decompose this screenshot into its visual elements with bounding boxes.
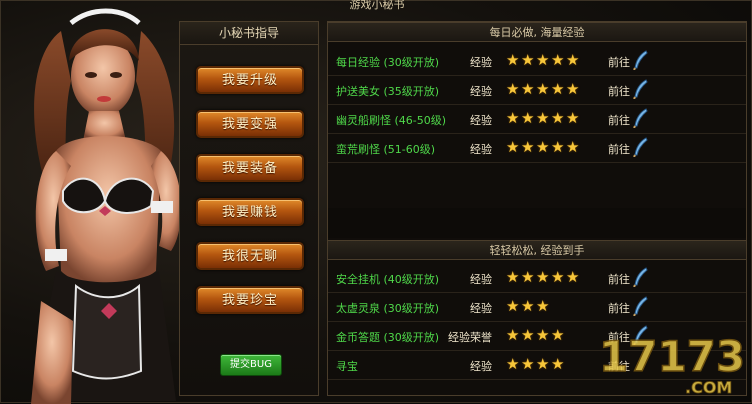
star-icon: ★ bbox=[521, 80, 535, 98]
task-reward: 经验 bbox=[470, 143, 492, 156]
star-icon: ★ bbox=[536, 326, 550, 344]
star-rating: ★ ★ ★ ★ ★ bbox=[506, 267, 581, 285]
submit-bug-button[interactable]: 提交BUG bbox=[220, 354, 282, 376]
quill-icon[interactable] bbox=[633, 79, 649, 99]
star-icon: ★ bbox=[551, 80, 565, 98]
task-reward: 经验 bbox=[470, 273, 492, 286]
star-icon: ★ bbox=[521, 109, 535, 127]
task-row: 太虚灵泉 (30级开放) 经验 ★ ★ ★ 前往 bbox=[328, 293, 746, 322]
task-name: 金币答题 (30级开放) bbox=[336, 331, 440, 344]
star-icon: ★ bbox=[551, 51, 565, 69]
goto-link[interactable]: 前往 bbox=[608, 54, 630, 70]
equipment-button[interactable]: 我要装备 bbox=[196, 154, 304, 182]
star-icon: ★ bbox=[506, 268, 520, 286]
goto-link[interactable]: 前往 bbox=[608, 112, 630, 128]
star-icon: ★ bbox=[551, 355, 565, 373]
task-row: 护送美女 (35级开放) 经验 ★ ★ ★ ★ ★ 前往 bbox=[328, 76, 746, 105]
star-icon: ★ bbox=[506, 355, 520, 373]
earn-money-button[interactable]: 我要赚钱 bbox=[196, 198, 304, 226]
task-reward: 经验 bbox=[470, 302, 492, 315]
task-row: 安全挂机 (40级开放) 经验 ★ ★ ★ ★ ★ 前往 bbox=[328, 264, 746, 293]
star-rating: ★ ★ ★ ★ ★ bbox=[506, 108, 581, 126]
star-rating: ★ ★ ★ ★ ★ bbox=[506, 79, 581, 97]
task-name: 每日经验 (30级开放) bbox=[336, 56, 440, 69]
star-icon: ★ bbox=[566, 109, 580, 127]
task-reward: 经验 bbox=[470, 360, 492, 373]
star-icon: ★ bbox=[506, 51, 520, 69]
watermark-domain: .COM bbox=[685, 378, 732, 397]
secretary-window: 游戏小秘书 小秘书指导 我要升级 我要变强 我要装备 我要赚钱 我很无聊 我要珍… bbox=[0, 0, 752, 404]
star-icon: ★ bbox=[536, 268, 550, 286]
level-up-button[interactable]: 我要升级 bbox=[196, 66, 304, 94]
star-rating: ★ ★ ★ bbox=[506, 296, 551, 314]
star-icon: ★ bbox=[521, 355, 535, 373]
star-icon: ★ bbox=[551, 268, 565, 286]
star-icon: ★ bbox=[506, 80, 520, 98]
star-rating: ★ ★ ★ ★ ★ bbox=[506, 50, 581, 68]
star-icon: ★ bbox=[521, 326, 535, 344]
task-reward: 经验荣誉 bbox=[448, 331, 492, 344]
task-reward: 经验 bbox=[470, 56, 492, 69]
star-icon: ★ bbox=[521, 138, 535, 156]
task-row: 幽灵船刷怪 (46-50级) 经验 ★ ★ ★ ★ ★ 前往 bbox=[328, 105, 746, 134]
task-name: 幽灵船刷怪 (46-50级) bbox=[336, 114, 447, 127]
star-icon: ★ bbox=[551, 109, 565, 127]
daily-section-header: 每日必做, 海量经验 bbox=[328, 22, 746, 42]
star-icon: ★ bbox=[521, 297, 535, 315]
task-row: 蛮荒刷怪 (51-60级) 经验 ★ ★ ★ ★ ★ 前往 bbox=[328, 134, 746, 163]
star-icon: ★ bbox=[506, 138, 520, 156]
goto-link[interactable]: 前往 bbox=[608, 141, 630, 157]
quill-icon[interactable] bbox=[633, 296, 649, 316]
quill-icon[interactable] bbox=[633, 108, 649, 128]
star-icon: ★ bbox=[521, 268, 535, 286]
treasure-button[interactable]: 我要珍宝 bbox=[196, 286, 304, 314]
star-icon: ★ bbox=[536, 297, 550, 315]
star-icon: ★ bbox=[566, 138, 580, 156]
star-icon: ★ bbox=[536, 138, 550, 156]
get-stronger-button[interactable]: 我要变强 bbox=[196, 110, 304, 138]
star-rating: ★ ★ ★ ★ bbox=[506, 354, 566, 372]
star-icon: ★ bbox=[551, 326, 565, 344]
task-name: 蛮荒刷怪 (51-60级) bbox=[336, 143, 436, 156]
guide-panel-title: 小秘书指导 bbox=[180, 22, 318, 45]
site-watermark-logo: 17173 .COM bbox=[598, 331, 746, 397]
star-icon: ★ bbox=[506, 297, 520, 315]
star-icon: ★ bbox=[566, 80, 580, 98]
star-icon: ★ bbox=[551, 138, 565, 156]
goto-link[interactable]: 前往 bbox=[608, 83, 630, 99]
quill-icon[interactable] bbox=[633, 267, 649, 287]
bored-button[interactable]: 我很无聊 bbox=[196, 242, 304, 270]
quill-icon[interactable] bbox=[633, 50, 649, 70]
task-name: 安全挂机 (40级开放) bbox=[336, 273, 440, 286]
goto-link[interactable]: 前往 bbox=[608, 271, 630, 287]
star-icon: ★ bbox=[566, 268, 580, 286]
star-icon: ★ bbox=[506, 109, 520, 127]
star-icon: ★ bbox=[566, 51, 580, 69]
goto-link[interactable]: 前往 bbox=[608, 300, 630, 316]
star-icon: ★ bbox=[536, 51, 550, 69]
star-icon: ★ bbox=[536, 355, 550, 373]
star-icon: ★ bbox=[536, 80, 550, 98]
task-name: 护送美女 (35级开放) bbox=[336, 85, 440, 98]
maid-character-illustration bbox=[31, 8, 182, 404]
star-rating: ★ ★ ★ ★ ★ bbox=[506, 137, 581, 155]
quill-icon[interactable] bbox=[633, 137, 649, 157]
section-divider bbox=[328, 208, 746, 238]
window-title: 游戏小秘书 bbox=[349, 0, 405, 11]
task-reward: 经验 bbox=[470, 85, 492, 98]
star-icon: ★ bbox=[536, 109, 550, 127]
task-name: 寻宝 bbox=[336, 360, 358, 373]
guide-panel: 小秘书指导 我要升级 我要变强 我要装备 我要赚钱 我很无聊 我要珍宝 提交BU… bbox=[179, 21, 319, 396]
relaxed-section-header: 轻轻松松, 经验到手 bbox=[328, 240, 746, 260]
task-reward: 经验 bbox=[470, 114, 492, 127]
star-icon: ★ bbox=[521, 51, 535, 69]
star-icon: ★ bbox=[506, 326, 520, 344]
task-name: 太虚灵泉 (30级开放) bbox=[336, 302, 440, 315]
watermark-text: 17173 bbox=[599, 332, 745, 381]
task-row: 每日经验 (30级开放) 经验 ★ ★ ★ ★ ★ 前往 bbox=[328, 47, 746, 76]
star-rating: ★ ★ ★ ★ bbox=[506, 325, 566, 343]
